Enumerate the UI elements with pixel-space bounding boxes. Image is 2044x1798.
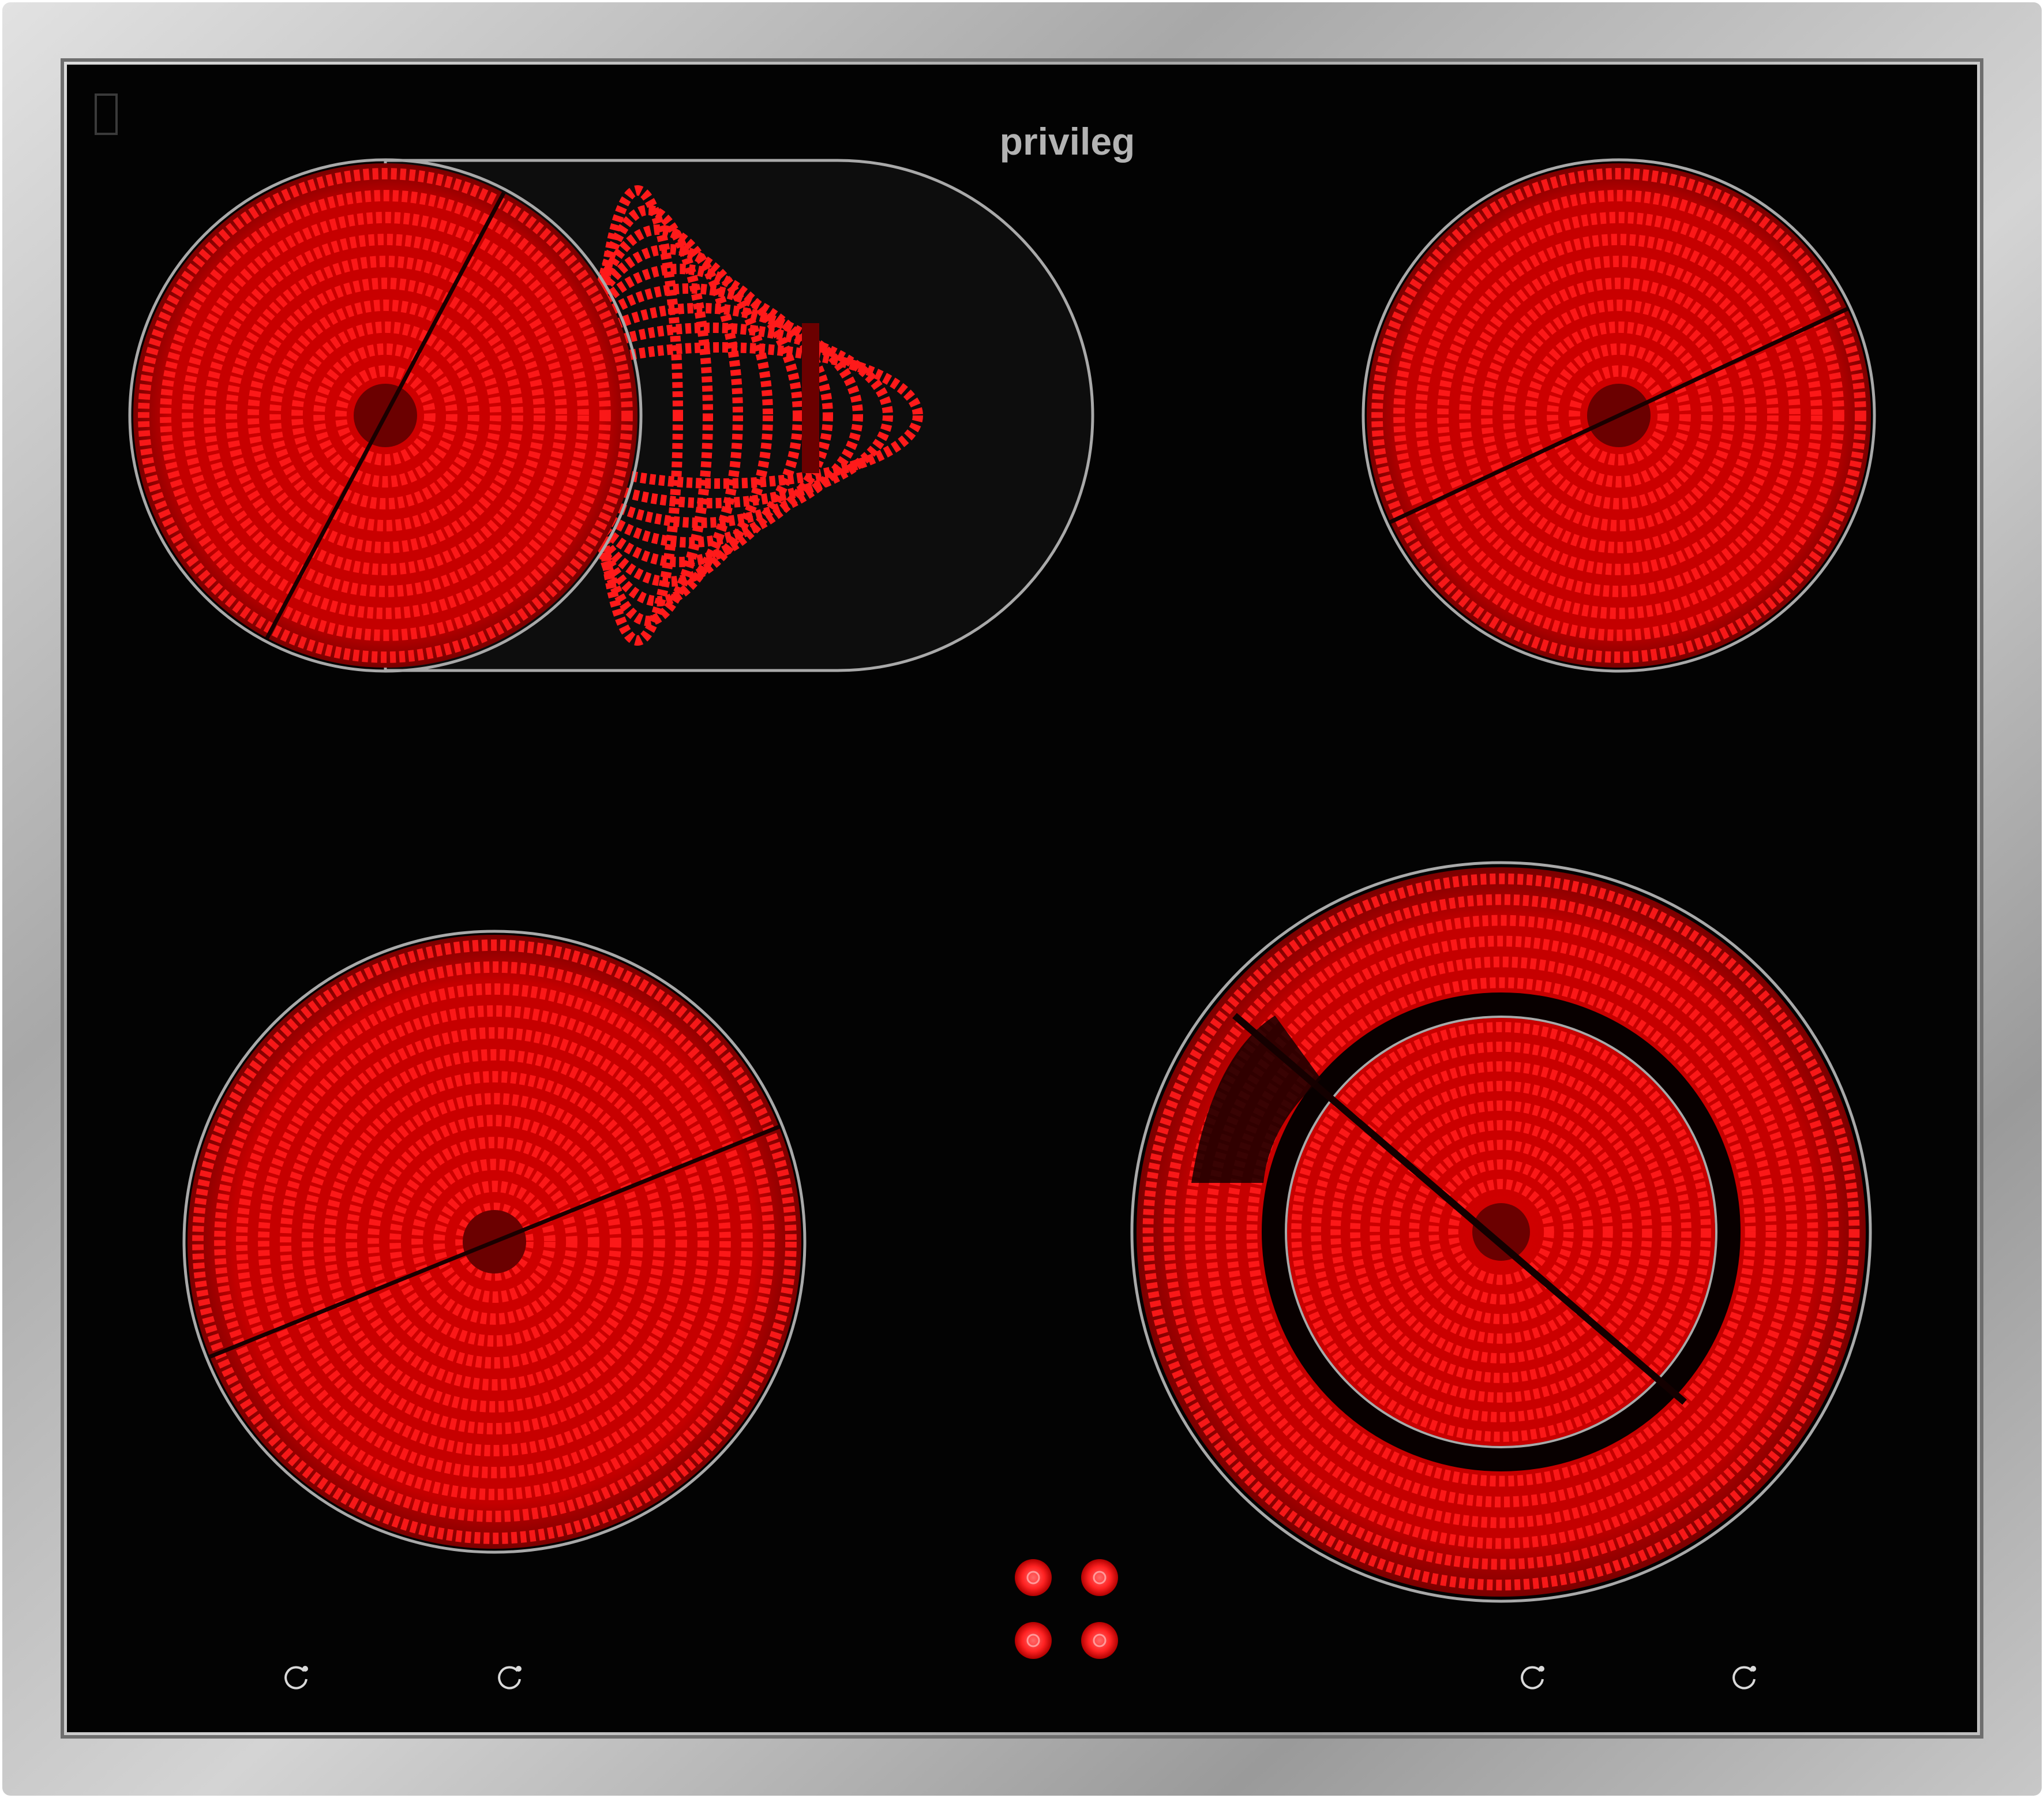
extension-gap [802,323,819,473]
residual-heat-lamp-icon [1015,1622,1052,1659]
front-right-center [1472,1203,1530,1261]
brand-logo: privileg [1000,120,1135,163]
residual-heat-lamp-icon [1081,1622,1118,1659]
residual-heat-lamp-icon [1015,1559,1052,1596]
residual-heat-lamp-icon [1081,1559,1118,1596]
ceramic-cooktop: privileg [2,2,2042,1796]
